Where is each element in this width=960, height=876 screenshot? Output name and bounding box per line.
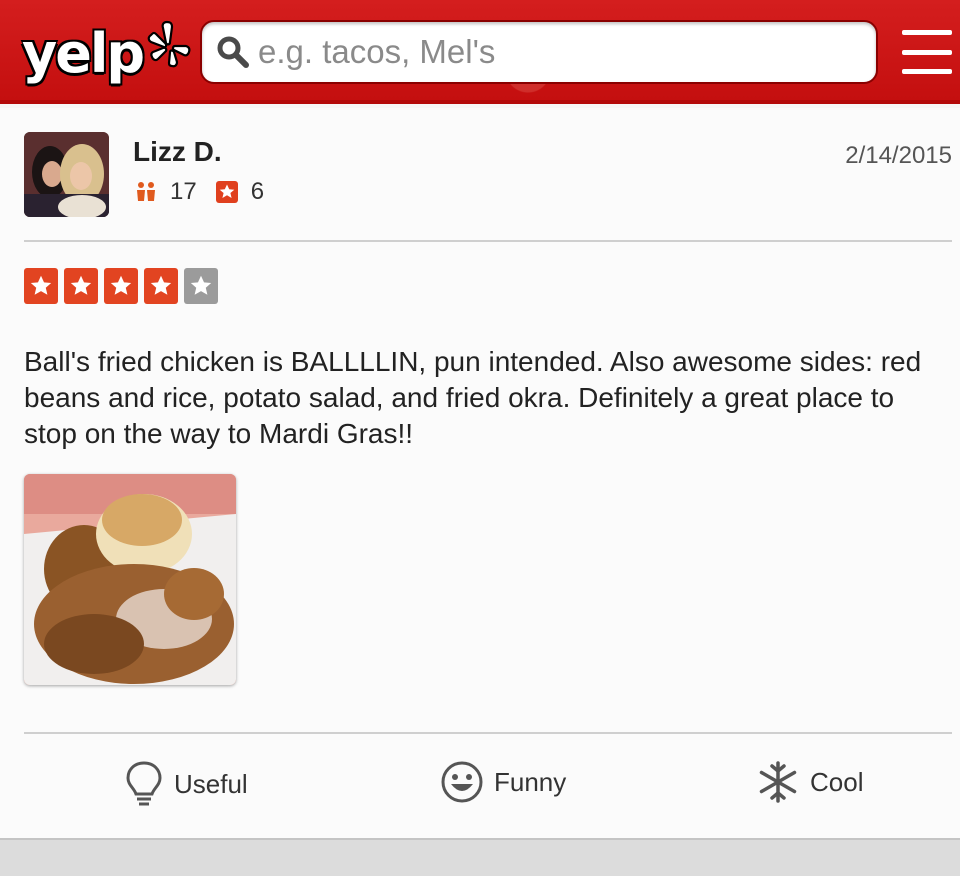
cool-button[interactable]: Cool: [756, 760, 863, 804]
review-date: 2/14/2015: [845, 142, 952, 169]
user-stats: 17 6: [134, 178, 264, 206]
search-icon: [217, 36, 249, 68]
review-card: Lizz D. 17 6 2/14/2015 Ball's fried chic…: [0, 108, 960, 838]
star-icon: [144, 268, 178, 304]
funny-label: Funny: [494, 766, 567, 797]
fried-chicken-photo: [24, 474, 236, 685]
star-icon: [104, 268, 138, 304]
star-icon: [184, 268, 218, 304]
useful-label: Useful: [174, 768, 248, 799]
search-input[interactable]: [258, 33, 838, 71]
yelp-logo[interactable]: yelp: [22, 14, 193, 94]
review-text: Ball's fried chicken is BALLLLIN, pun in…: [24, 346, 922, 449]
menu-line: [902, 30, 952, 35]
menu-line: [902, 49, 952, 55]
review-actions: Useful Funny Cool: [0, 748, 960, 828]
useful-button[interactable]: Useful: [124, 760, 248, 808]
friends-count: 17: [170, 178, 197, 205]
smiley-icon: [440, 760, 484, 804]
menu-button[interactable]: [902, 30, 952, 74]
header-bar: yelp: [0, 0, 960, 104]
menu-line: [902, 69, 952, 74]
snowflake-icon: [756, 760, 800, 804]
logo-text: yelp: [22, 22, 145, 85]
reviews-count: 6: [250, 178, 265, 205]
divider: [24, 240, 952, 242]
lightbulb-icon: [124, 760, 164, 808]
friends-icon: [134, 181, 158, 203]
star-icon: [64, 268, 98, 304]
funny-button[interactable]: Funny: [440, 760, 566, 804]
avatar[interactable]: [24, 132, 109, 217]
cool-label: Cool: [810, 766, 864, 797]
review-count-icon: [215, 180, 239, 204]
user-name[interactable]: Lizz D.: [133, 136, 222, 168]
footer-bar: [0, 838, 960, 876]
star-icon: [24, 268, 58, 304]
divider: [24, 732, 952, 734]
star-rating: [24, 268, 218, 304]
burst-icon: [147, 20, 191, 68]
search-bar[interactable]: [200, 20, 878, 84]
review-photo[interactable]: [24, 474, 236, 685]
avatar-photo: [24, 132, 109, 217]
